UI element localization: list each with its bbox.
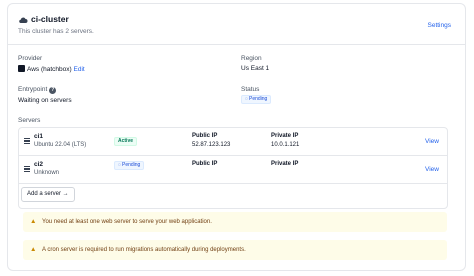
warning-triangle-icon: ▲ xyxy=(30,218,37,225)
server-status-badge: Active xyxy=(114,137,138,146)
warning-text: You need at least one web server to serv… xyxy=(42,219,212,225)
edit-provider-link[interactable]: Edit xyxy=(74,66,85,73)
server-name: ci1 xyxy=(34,133,44,140)
public-ip-value: 52.87.123.123 xyxy=(192,142,231,148)
public-ip-label: Public IP xyxy=(192,161,218,167)
server-status-badge: ◌Pending xyxy=(114,161,145,170)
region-label: Region xyxy=(241,55,262,62)
cluster-card: ci-cluster This cluster has 2 servers. S… xyxy=(7,3,466,271)
warning-alert: ▲ A cron server is required to run migra… xyxy=(23,240,447,260)
aws-icon xyxy=(18,65,25,72)
server-os: Ubuntu 22.04 (LTS) xyxy=(34,142,87,148)
server-row: ci2 Unknown ◌Pending Public IP Private I… xyxy=(19,156,447,184)
cluster-header: ci-cluster This cluster has 2 servers. S… xyxy=(8,4,465,45)
cluster-subtitle: This cluster has 2 servers. xyxy=(18,28,94,35)
warning-alert: ▲ You need at least one web server to se… xyxy=(23,212,447,232)
cluster-title: ci-cluster xyxy=(31,14,69,24)
private-ip-label: Private IP xyxy=(271,161,299,167)
server-status-text: Pending xyxy=(121,162,141,168)
provider-name: Aws (hatchbox) xyxy=(27,66,72,73)
settings-link[interactable]: Settings xyxy=(428,22,452,29)
server-icon xyxy=(24,166,30,172)
provider-label: Provider xyxy=(18,55,43,62)
provider-value: Aws (hatchbox) Edit xyxy=(18,65,85,73)
question-circle-icon[interactable]: ? xyxy=(49,87,57,94)
warning-triangle-icon: ▲ xyxy=(30,246,37,253)
spinner-icon: ◌ xyxy=(245,96,248,102)
warning-text: A cron server is required to run migrati… xyxy=(42,247,246,253)
spinner-icon: ◌ xyxy=(118,162,121,168)
add-server-button[interactable]: Add a server → xyxy=(21,187,75,202)
private-ip-value: 10.0.1.121 xyxy=(271,142,300,148)
view-server-link[interactable]: View xyxy=(425,166,439,173)
entrypoint-label-text: Entrypoint xyxy=(18,86,48,93)
servers-list: ci1 Ubuntu 22.04 (LTS) Active Public IP … xyxy=(18,127,448,209)
server-row: ci1 Ubuntu 22.04 (LTS) Active Public IP … xyxy=(19,128,447,156)
status-label: Status xyxy=(241,86,260,93)
cloud-icon xyxy=(19,17,28,23)
cluster-status-text: Pending xyxy=(248,96,268,102)
entrypoint-label: Entrypoint? xyxy=(18,86,57,94)
private-ip-label: Private IP xyxy=(271,133,299,139)
region-value: Us East 1 xyxy=(241,65,270,72)
public-ip-label: Public IP xyxy=(192,133,218,139)
server-os: Unknown xyxy=(34,170,60,176)
server-icon xyxy=(24,138,30,144)
view-server-link[interactable]: View xyxy=(425,138,439,145)
cluster-status-badge: ◌Pending xyxy=(241,95,272,104)
servers-label: Servers xyxy=(18,117,41,124)
entrypoint-value: Waiting on servers xyxy=(18,97,72,104)
server-name: ci2 xyxy=(34,161,44,168)
